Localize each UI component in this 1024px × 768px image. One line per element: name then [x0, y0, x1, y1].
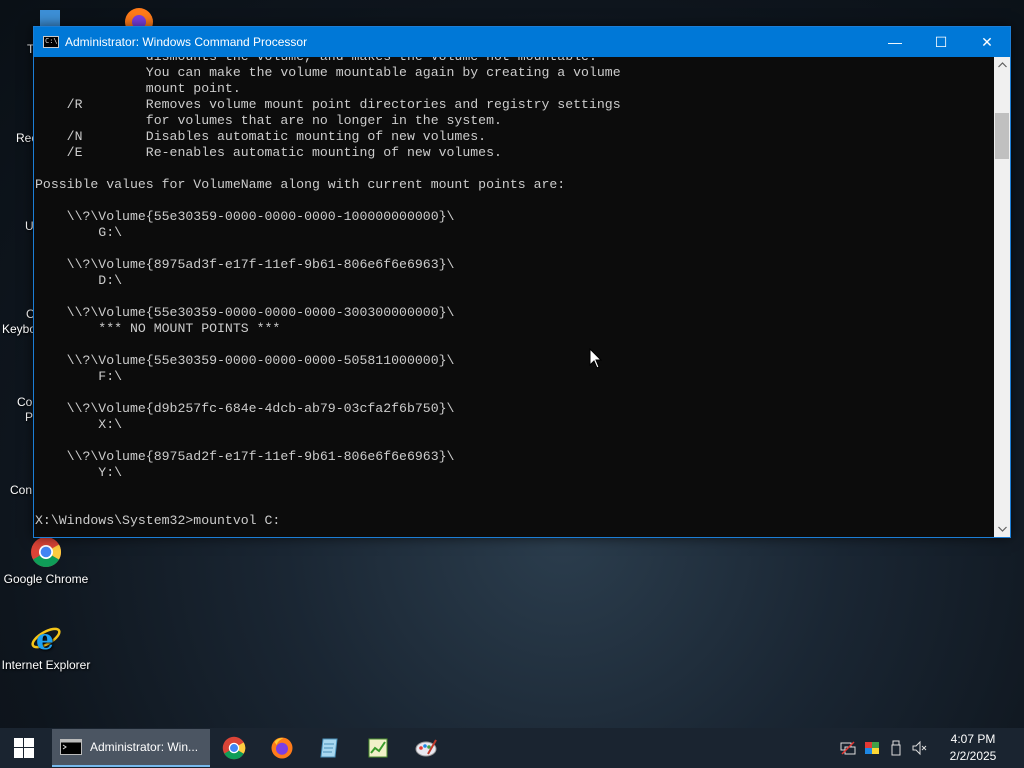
- console-line: Possible values for VolumeName along wit…: [35, 177, 566, 192]
- firefox-icon: [271, 737, 293, 759]
- svg-text:e: e: [36, 623, 54, 654]
- cmd-icon: C:\: [43, 36, 59, 48]
- mouse-cursor-icon: [589, 348, 603, 369]
- firefox-icon: [125, 8, 153, 36]
- usb-drive-icon: [891, 740, 901, 756]
- taskbar-item-command-prompt[interactable]: Administrator: Win...: [52, 729, 210, 767]
- desktop-partial-label: Keybo: [2, 322, 37, 336]
- console-line: X:\Windows\System32>mountvol C:: [35, 513, 281, 528]
- console-line: X:\: [35, 417, 123, 432]
- console-line: D:\: [35, 273, 123, 288]
- console-line: mount point.: [35, 81, 241, 96]
- desktop-icon-google-chrome[interactable]: Google Chrome: [0, 536, 92, 586]
- display-settings-icon: [865, 742, 879, 754]
- console-output[interactable]: dismounts the volume, and makes the volu…: [34, 57, 996, 537]
- start-button[interactable]: [0, 728, 48, 768]
- console-line: \\?\Volume{55e30359-0000-0000-0000-50581…: [35, 353, 455, 368]
- desktop-icon-label: Google Chrome: [3, 572, 89, 586]
- close-icon: ✕: [981, 33, 993, 50]
- chevron-down-icon: [997, 526, 1007, 532]
- console-line: Y:\: [35, 465, 123, 480]
- minimize-button[interactable]: —: [872, 27, 918, 57]
- paint-icon: [415, 739, 437, 757]
- tray-display-icon[interactable]: [860, 728, 884, 768]
- tray-volume-icon[interactable]: [908, 728, 932, 768]
- maximize-icon: ☐: [934, 33, 948, 50]
- clock-date: 2/2/2025: [949, 749, 997, 763]
- console-line: \\?\Volume{d9b257fc-684e-4dcb-ab79-03cfa…: [35, 401, 455, 416]
- scroll-up-button[interactable]: [994, 57, 1010, 73]
- desktop-partial-label: Con: [10, 483, 33, 497]
- console-line: \\?\Volume{55e30359-0000-0000-0000-10000…: [35, 209, 455, 224]
- system-tray: 4:07 PM 2/2/2025: [836, 728, 1024, 768]
- folder-icon: [40, 10, 60, 26]
- chrome-icon: [222, 736, 246, 760]
- console-line: You can make the volume mountable again …: [35, 65, 621, 80]
- scroll-thumb[interactable]: [995, 113, 1009, 159]
- command-prompt-window[interactable]: C:\ Administrator: Windows Command Proce…: [33, 26, 1011, 538]
- console-line: /E Re-enables automatic mounting of new …: [35, 145, 502, 160]
- console-line: for volumes that are no longer in the sy…: [35, 113, 502, 128]
- console-line: \\?\Volume{55e30359-0000-0000-0000-30030…: [35, 305, 455, 320]
- window-titlebar[interactable]: C:\ Administrator: Windows Command Proce…: [34, 27, 1010, 57]
- cmd-icon: [60, 739, 82, 755]
- console-line: \\?\Volume{8975ad2f-e17f-11ef-9b61-806e6…: [35, 449, 455, 464]
- taskbar-clock[interactable]: 4:07 PM 2/2/2025: [938, 731, 1008, 765]
- scroll-down-button[interactable]: [994, 521, 1010, 537]
- window-controls: — ☐ ✕: [872, 27, 1010, 57]
- chrome-icon: [30, 536, 62, 568]
- taskbar-item-paint[interactable]: [402, 728, 450, 768]
- tray-usb-icon[interactable]: [884, 728, 908, 768]
- console-line: /R Removes volume mount point directorie…: [35, 97, 621, 112]
- desktop-icon-label: Internet Explorer: [1, 658, 91, 672]
- desktop-partial-label: P: [25, 410, 34, 424]
- windows-logo-icon: [14, 738, 34, 758]
- taskbar: Administrator: Win... 4:07 PM 2/2/2025: [0, 728, 1024, 768]
- volume-muted-icon: [912, 740, 927, 756]
- tray-network-icon[interactable]: [836, 728, 860, 768]
- notepad-icon: [320, 738, 338, 758]
- taskbar-item-label: Administrator: Win...: [90, 740, 199, 754]
- console-line: *** NO MOUNT POINTS ***: [35, 321, 281, 336]
- console-lines: dismounts the volume, and makes the volu…: [35, 57, 621, 529]
- chevron-up-icon: [997, 62, 1007, 68]
- console-line: F:\: [35, 369, 123, 384]
- window-title: Administrator: Windows Command Processor: [65, 35, 308, 49]
- clock-time: 4:07 PM: [950, 732, 996, 746]
- internet-explorer-icon: e: [30, 622, 62, 656]
- taskbar-item-spreadsheet[interactable]: [354, 728, 402, 768]
- desktop-partial-label: Co: [17, 395, 33, 409]
- spreadsheet-icon: [368, 738, 388, 758]
- taskbar-item-firefox[interactable]: [258, 728, 306, 768]
- taskbar-item-notepad[interactable]: [306, 728, 354, 768]
- network-icon: [840, 741, 856, 755]
- firefox-desktop-icon-partial[interactable]: [122, 6, 156, 36]
- maximize-button[interactable]: ☐: [918, 27, 964, 57]
- console-line: \\?\Volume{8975ad3f-e17f-11ef-9b61-806e6…: [35, 257, 455, 272]
- vertical-scrollbar[interactable]: [994, 57, 1010, 537]
- close-button[interactable]: ✕: [964, 27, 1010, 57]
- console-line: G:\: [35, 225, 123, 240]
- taskbar-item-chrome[interactable]: [210, 728, 258, 768]
- console-line: /N Disables automatic mounting of new vo…: [35, 129, 487, 144]
- desktop-icon-partial-top[interactable]: [38, 8, 62, 28]
- desktop-icon-internet-explorer[interactable]: e Internet Explorer: [0, 622, 92, 672]
- console-line: dismounts the volume, and makes the volu…: [35, 57, 621, 65]
- minimize-icon: —: [888, 34, 902, 50]
